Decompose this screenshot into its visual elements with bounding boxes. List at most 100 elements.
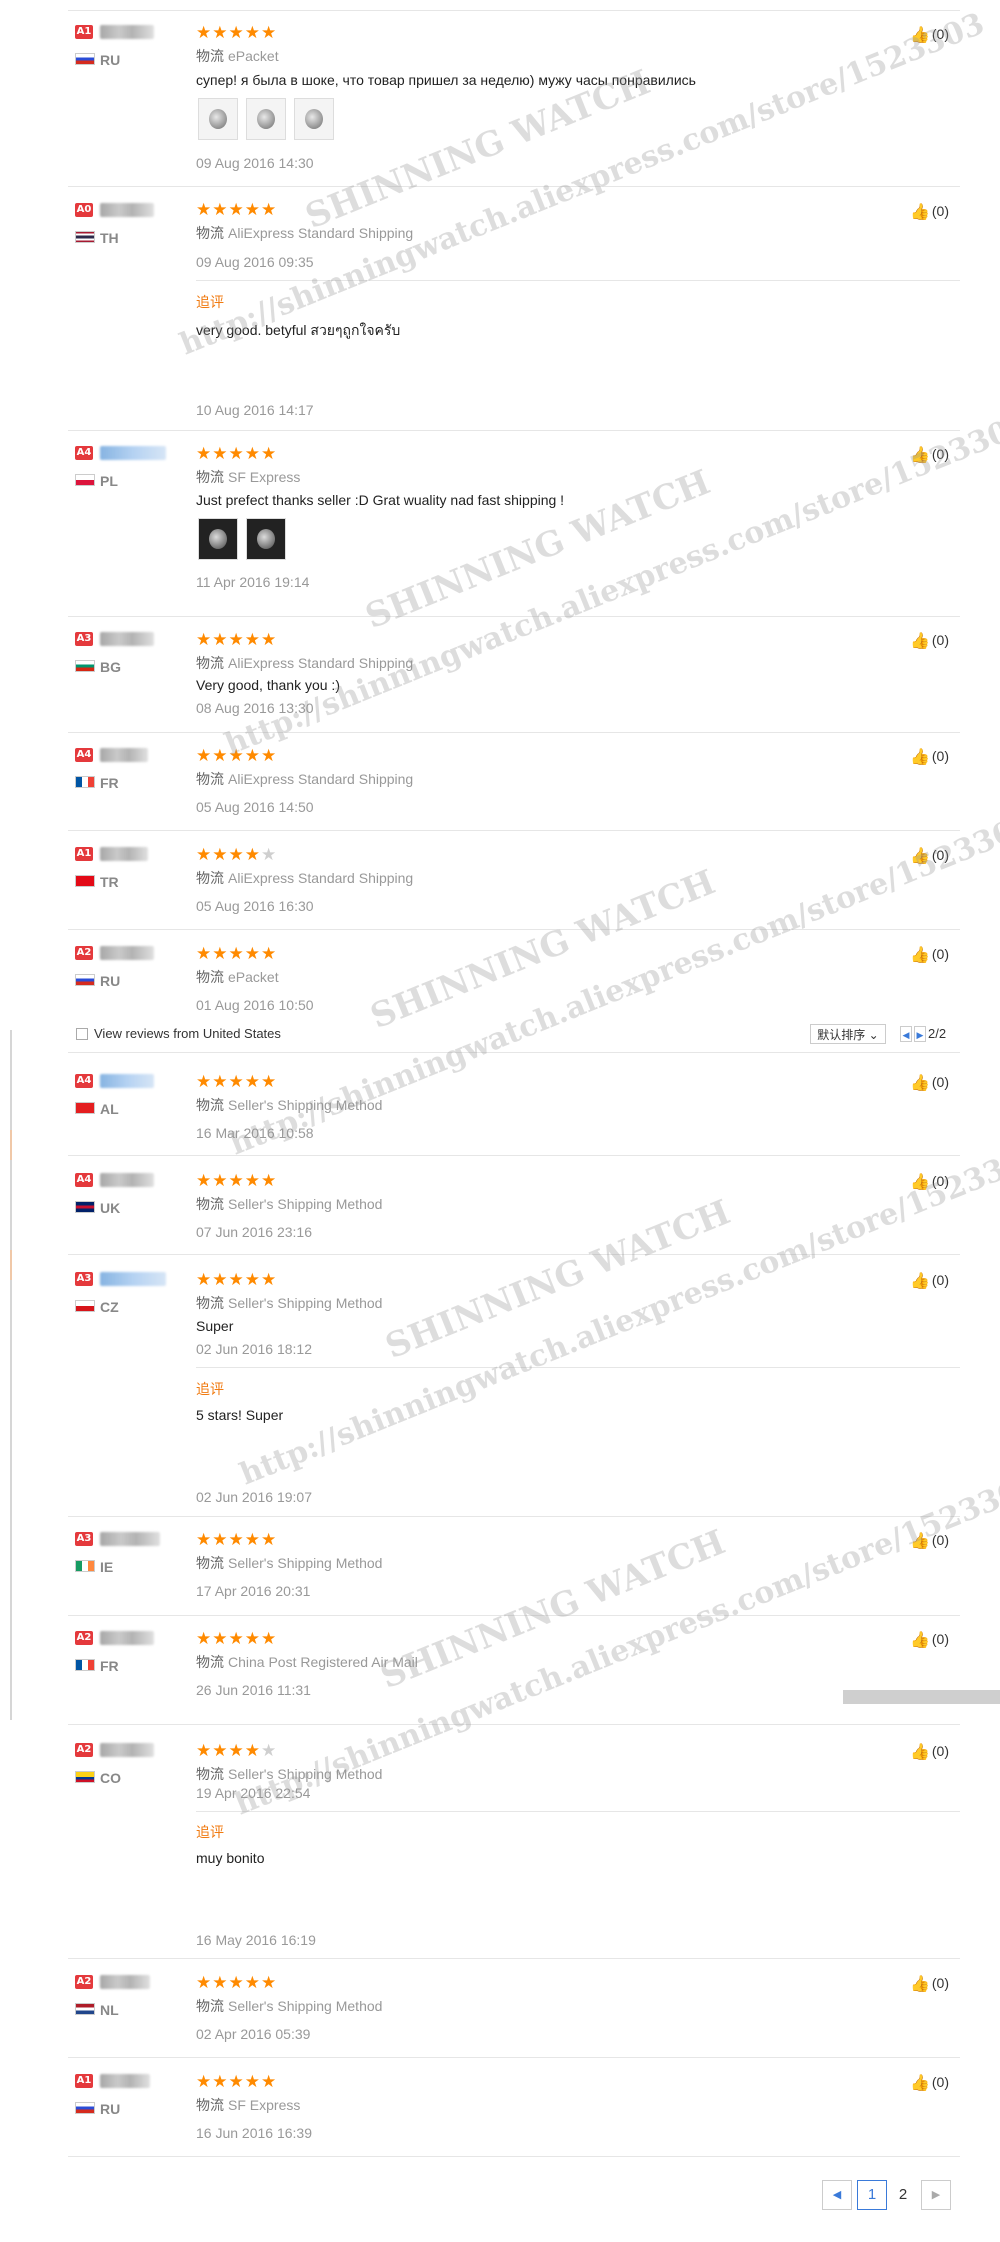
- buyer-name-blurred: [100, 748, 148, 762]
- country-code: FR: [100, 1658, 119, 1674]
- thumbs-up-icon: 👍: [910, 25, 930, 45]
- like-button[interactable]: 👍 (0): [910, 1272, 949, 1290]
- append-date: 02 Jun 2016 19:07: [196, 1489, 312, 1505]
- star-rating: ★★★★★: [196, 630, 278, 649]
- buyer-name-blurred: [100, 1074, 154, 1088]
- like-button[interactable]: 👍 (0): [910, 1532, 949, 1550]
- flag-icon: [75, 231, 95, 243]
- watermark-brand: SHINNING WATCH: [380, 1192, 736, 1368]
- buyer-name-blurred: [100, 1173, 154, 1187]
- like-button[interactable]: 👍 (0): [910, 203, 949, 221]
- country-code: TR: [100, 874, 119, 890]
- shipping-prefix: 物流: [196, 1555, 224, 1571]
- star-rating: ★★★★★: [196, 1741, 278, 1760]
- like-button[interactable]: 👍 (0): [910, 446, 949, 464]
- star-rating: ★★★★★: [196, 944, 278, 963]
- shipping-method: 物流 China Post Registered Air Mail: [196, 1654, 418, 1670]
- scroll-strip: [843, 1690, 1000, 1704]
- level-badge: A3: [75, 1272, 93, 1286]
- review-photo[interactable]: [246, 518, 286, 560]
- review-date: 11 Apr 2016 19:14: [196, 574, 310, 590]
- shipping-prefix: 物流: [196, 2097, 224, 2113]
- review-date: 16 Jun 2016 16:39: [196, 2125, 312, 2141]
- sort-dropdown[interactable]: 默认排序 ⌄: [810, 1024, 886, 1044]
- shipping-method: 物流 ePacket: [196, 48, 279, 64]
- level-badge: A2: [75, 1631, 93, 1645]
- review-date: 09 Aug 2016 09:35: [196, 254, 314, 270]
- like-button[interactable]: 👍 (0): [910, 946, 949, 964]
- like-button[interactable]: 👍 (0): [910, 632, 949, 650]
- like-button[interactable]: 👍 (0): [910, 2074, 949, 2092]
- flag-icon: [75, 1560, 95, 1572]
- shipping-method: 物流 ePacket: [196, 969, 279, 985]
- like-button[interactable]: 👍 (0): [910, 847, 949, 865]
- us-reviews-label[interactable]: View reviews from United States: [94, 1026, 281, 1041]
- review-photo[interactable]: [198, 98, 238, 140]
- review-photo[interactable]: [198, 518, 238, 560]
- level-badge: A3: [75, 1532, 93, 1546]
- append-label: 追评: [196, 294, 224, 310]
- append-label: 追评: [196, 1381, 224, 1397]
- thumbs-up-icon: 👍: [910, 747, 930, 767]
- level-badge: A0: [75, 203, 93, 217]
- page-1-button[interactable]: 1: [857, 2180, 887, 2210]
- review-text: Super: [196, 1318, 234, 1334]
- mini-next-page-button[interactable]: ▶: [914, 1026, 926, 1042]
- like-button[interactable]: 👍 (0): [910, 1173, 949, 1191]
- level-badge: A2: [75, 946, 93, 960]
- next-page-button[interactable]: ▶: [921, 2180, 951, 2210]
- like-button[interactable]: 👍 (0): [910, 1975, 949, 1993]
- chevron-down-icon: ⌄: [868, 1028, 879, 1042]
- page-indicator: 2/2: [928, 1026, 947, 1041]
- level-badge: A4: [75, 1173, 93, 1187]
- country-code: CZ: [100, 1299, 119, 1315]
- watermark-brand: SHINNING WATCH: [360, 462, 716, 638]
- prev-page-button[interactable]: ◀: [822, 2180, 852, 2210]
- country-code: CO: [100, 1770, 121, 1786]
- buyer-name-blurred: [100, 203, 154, 217]
- buyer-name-blurred: [100, 25, 154, 39]
- shipping-prefix: 物流: [196, 771, 224, 787]
- flag-icon: [75, 875, 95, 887]
- page-2-button[interactable]: 2: [888, 2180, 918, 2210]
- like-button[interactable]: 👍 (0): [910, 1631, 949, 1649]
- thumbs-up-icon: 👍: [910, 2073, 930, 2093]
- shipping-method: 物流 AliExpress Standard Shipping: [196, 870, 414, 886]
- star-rating: ★★★★★: [196, 746, 278, 765]
- shipping-prefix: 物流: [196, 469, 224, 485]
- mini-prev-page-button[interactable]: ◀: [900, 1026, 912, 1042]
- thumbs-up-icon: 👍: [910, 202, 930, 222]
- flag-icon: [75, 1659, 95, 1671]
- shipping-method: 物流 Seller's Shipping Method: [196, 1097, 383, 1113]
- append-date: 16 May 2016 16:19: [196, 1932, 316, 1948]
- star-rating: ★★★★★: [196, 1629, 278, 1648]
- review-photo[interactable]: [246, 98, 286, 140]
- like-button[interactable]: 👍 (0): [910, 26, 949, 44]
- thumbs-up-icon: 👍: [910, 945, 930, 965]
- star-rating: ★★★★★: [196, 2072, 278, 2091]
- buyer-name-blurred: [100, 1975, 150, 1989]
- country-code: RU: [100, 973, 121, 989]
- shipping-method: 物流 SF Express: [196, 469, 301, 485]
- us-reviews-checkbox[interactable]: [76, 1028, 88, 1040]
- flag-icon: [75, 53, 95, 65]
- watermark-brand: SHINNING WATCH: [300, 62, 656, 238]
- flag-icon: [75, 776, 95, 788]
- like-button[interactable]: 👍 (0): [910, 1074, 949, 1092]
- thumbs-up-icon: 👍: [910, 1271, 930, 1291]
- buyer-name-blurred: [100, 946, 154, 960]
- thumbs-up-icon: 👍: [910, 846, 930, 866]
- review-date: 09 Aug 2016 14:30: [196, 155, 314, 171]
- shipping-prefix: 物流: [196, 48, 224, 64]
- like-button[interactable]: 👍 (0): [910, 748, 949, 766]
- level-badge: A3: [75, 632, 93, 646]
- country-code: RU: [100, 2101, 121, 2117]
- review-photo[interactable]: [294, 98, 334, 140]
- like-button[interactable]: 👍 (0): [910, 1743, 949, 1761]
- shipping-method: 物流 AliExpress Standard Shipping: [196, 655, 414, 671]
- shipping-method: 物流 Seller's Shipping Method: [196, 1555, 383, 1571]
- shipping-prefix: 物流: [196, 1196, 224, 1212]
- thumbs-up-icon: 👍: [910, 1630, 930, 1650]
- shipping-method: 物流 Seller's Shipping Method: [196, 1295, 383, 1311]
- watermark-url: http://shinningwatch.aliexpress.com/stor…: [235, 1136, 1000, 1493]
